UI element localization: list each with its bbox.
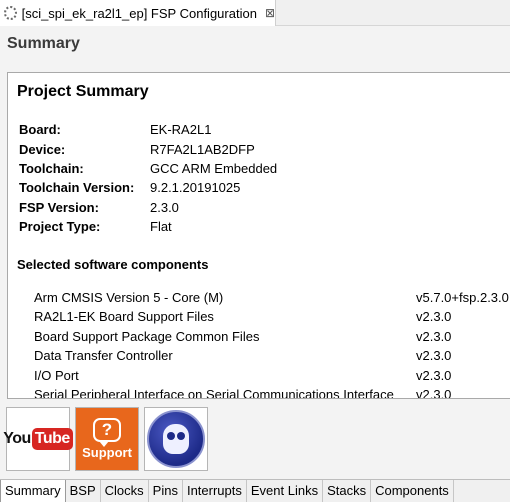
component-name: Board Support Package Common Files: [34, 329, 260, 344]
page-tabs: Summary BSP Clocks Pins Interrupts Event…: [0, 479, 510, 502]
owl-eye: [167, 432, 175, 440]
info-key: Project Type:: [19, 219, 101, 234]
project-summary-panel[interactable]: Project Summary Board: EK-RA2L1 Device: …: [7, 72, 510, 399]
owl-icon: [147, 410, 205, 468]
tab-pins[interactable]: Pins: [148, 480, 183, 502]
youtube-button[interactable]: You Tube: [3, 407, 73, 471]
tab-clocks[interactable]: Clocks: [100, 480, 149, 502]
youtube-logo-text: You: [3, 430, 31, 447]
component-version: v2.3.0: [414, 387, 452, 398]
info-key: Toolchain Version:: [19, 180, 135, 195]
help-links-strip: You Tube ? Support: [0, 400, 510, 478]
component-version: v2.3.0: [414, 348, 452, 363]
tab-components[interactable]: Components: [371, 480, 454, 502]
component-row: Data Transfer Controller v2.3.0: [34, 348, 504, 366]
tab-event-links[interactable]: Event Links: [246, 480, 324, 502]
component-name: Serial Peripheral Interface on Serial Co…: [34, 387, 394, 399]
info-value: GCC ARM Embedded: [150, 161, 278, 176]
section-header: Summary: [0, 27, 510, 61]
youtube-logo-tube: Tube: [31, 428, 73, 450]
component-version: v2.3.0: [414, 329, 452, 344]
question-bubble-icon: ?: [93, 418, 121, 447]
component-row: RA2L1-EK Board Support Files v2.3.0: [34, 309, 504, 327]
component-name: Data Transfer Controller: [34, 348, 173, 363]
tab-stacks[interactable]: Stacks: [323, 480, 372, 502]
gear-icon: [4, 6, 17, 20]
tab-summary[interactable]: Summary: [0, 480, 66, 502]
tab-bsp[interactable]: BSP: [65, 480, 101, 502]
info-key: FSP Version:: [19, 200, 99, 215]
component-name: Arm CMSIS Version 5 - Core (M): [34, 290, 224, 305]
editor-tab[interactable]: [sci_spi_ek_ra2l1_ep] FSP Configuration …: [0, 0, 276, 26]
component-version: v5.7.0+fsp.2.3.0: [414, 290, 509, 305]
selected-components-title: Selected software components: [17, 257, 209, 272]
component-version: v2.3.0: [414, 309, 452, 324]
support-button[interactable]: ? Support: [75, 407, 139, 471]
component-name: RA2L1-EK Board Support Files: [34, 309, 214, 324]
component-row: Arm CMSIS Version 5 - Core (M) v5.7.0+fs…: [34, 290, 509, 308]
component-row: Board Support Package Common Files v2.3.…: [34, 329, 504, 347]
info-value: 9.2.1.20191025: [150, 180, 241, 195]
owl-body: [163, 424, 189, 454]
support-label: Support: [82, 445, 132, 460]
info-value: Flat: [150, 219, 172, 234]
component-row: Serial Peripheral Interface on Serial Co…: [34, 387, 504, 399]
tab-interrupts[interactable]: Interrupts: [182, 480, 247, 502]
info-value: 2.3.0: [150, 200, 179, 215]
editor-tab-title: [sci_spi_ek_ra2l1_ep] FSP Configuration: [21, 5, 257, 21]
component-row: I/O Port v2.3.0: [34, 368, 504, 386]
page-title: Summary: [7, 35, 80, 52]
owl-eye: [177, 432, 185, 440]
component-name: I/O Port: [34, 368, 79, 383]
editor-tab-bar: [sci_spi_ek_ra2l1_ep] FSP Configuration …: [0, 0, 510, 26]
renesas-rulz-button[interactable]: [144, 407, 208, 471]
component-version: v2.3.0: [414, 368, 452, 383]
info-key: Toolchain:: [19, 161, 84, 176]
info-key: Device:: [19, 142, 66, 157]
info-value: R7FA2L1AB2DFP: [150, 142, 255, 157]
info-value: EK-RA2L1: [150, 122, 212, 137]
close-icon[interactable]: ⊠: [265, 6, 275, 20]
project-summary-title: Project Summary: [17, 83, 149, 100]
fsp-configuration-editor: [sci_spi_ek_ra2l1_ep] FSP Configuration …: [0, 0, 510, 502]
info-key: Board:: [19, 122, 61, 137]
